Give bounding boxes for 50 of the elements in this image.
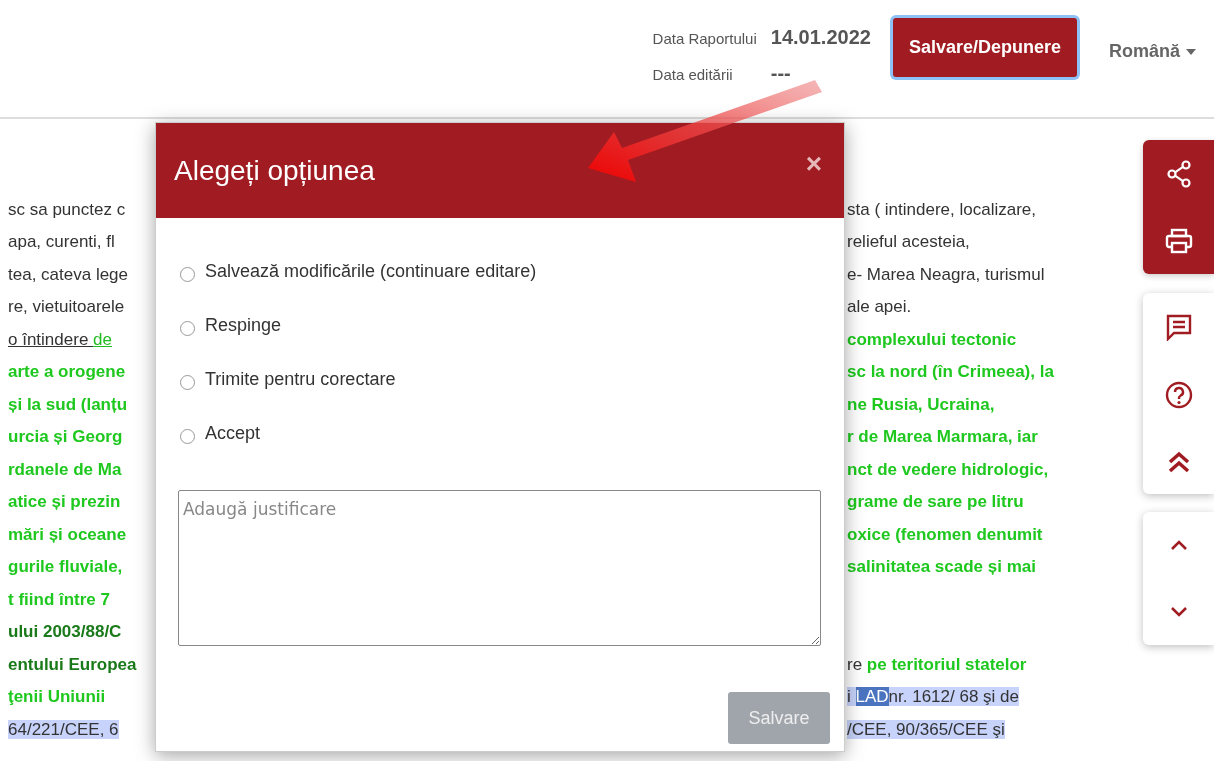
edit-date: --- — [770, 61, 792, 86]
text-line: tea, cateva lege — [7, 263, 129, 286]
option-label[interactable]: Respinge — [205, 311, 282, 339]
text-line: complexului tectonic — [846, 328, 1017, 351]
print-icon[interactable] — [1164, 228, 1193, 254]
text-line: grame de sare pe litru — [846, 491, 1024, 513]
text-line: r de Marea Marmara, iar — [846, 426, 1038, 448]
option-label[interactable]: Accept — [205, 419, 261, 447]
justification-field[interactable]: Adaugă justificare — [178, 490, 821, 646]
edit-date-label: Data editării — [652, 65, 734, 85]
text-line: ţenii Uniunii — [7, 686, 106, 708]
text-line: arte a orogene — [7, 361, 126, 383]
text-line: entului Europea — [7, 653, 137, 676]
save-submit-button[interactable]: Salvare/Depunere — [892, 18, 1077, 77]
chevron-up-icon[interactable] — [1169, 539, 1188, 552]
text-line: e- Marea Neagra, turismul — [846, 263, 1045, 286]
text-line: rdanele de Ma — [7, 458, 122, 481]
dialog-title: Alegeți opțiunea — [174, 153, 375, 188]
share-icon[interactable] — [1165, 160, 1192, 188]
report-date: 14.01.2022 — [770, 25, 871, 50]
text-line: relieful acesteia, — [846, 231, 970, 253]
text-line: nct de vedere hidrologic, — [846, 458, 1049, 481]
text-line: i LADnr. 1612/ 68 şi de — [846, 686, 1019, 708]
text-line: ne Rusia, Ucraina, — [846, 393, 995, 416]
text-line: sc la nord (în Crimeea), la — [846, 361, 1054, 383]
option-label[interactable]: Salvează modificările (continuare editare) — [205, 257, 537, 285]
double-chevron-up-icon[interactable] — [1166, 449, 1191, 474]
text-line: ale apei. — [846, 296, 912, 318]
comment-icon[interactable] — [1164, 313, 1193, 342]
text-line: ului 2003/88/C — [7, 621, 122, 643]
text-line: oxice (fenomen denumit — [846, 523, 1043, 546]
report-date-label: Data Raportului — [652, 29, 757, 49]
text-line: gurile fluviale, — [7, 556, 123, 578]
text-line: urcia și Georg — [7, 426, 123, 448]
close-button[interactable]: × — [805, 149, 822, 178]
text-line: re pe teritoriul statelor — [846, 653, 1027, 676]
option-label[interactable]: Trimite pentru corectare — [205, 365, 396, 393]
text-line: re, vietuitoarele — [7, 296, 125, 318]
text-line: apa, curenti, fl — [7, 231, 115, 253]
help-icon[interactable] — [1164, 381, 1193, 410]
language-dropdown[interactable]: Română — [1109, 38, 1196, 65]
text-line: sc sa punctez c — [7, 198, 126, 221]
text-line: sta ( intindere, localizare, — [846, 198, 1036, 221]
text-line: mări și oceane — [7, 523, 127, 546]
text-line: atice și prezin — [7, 491, 121, 513]
text-line: salinitatea scade și mai — [846, 556, 1036, 578]
chevron-down-icon[interactable] — [1169, 605, 1188, 618]
text-line: și la sud (lanțu — [7, 393, 128, 416]
text-line: t fiind între 7 — [7, 588, 110, 611]
text-line: o întindere de — [7, 328, 112, 351]
